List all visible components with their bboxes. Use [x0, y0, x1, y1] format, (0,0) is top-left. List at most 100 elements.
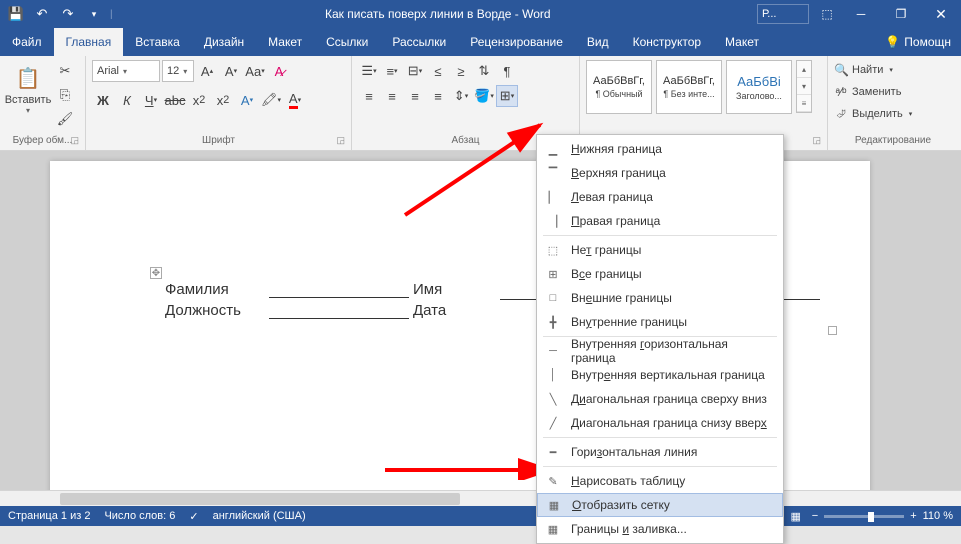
border-outside-icon: □ [545, 290, 561, 306]
border-diag-up-icon: ╱ [545, 415, 561, 431]
tab-layout[interactable]: Макет [256, 28, 314, 56]
find-button[interactable]: 🔍Найти▾ [834, 60, 893, 80]
copy-icon[interactable]: ⎘ [54, 84, 76, 106]
menu-no-border[interactable]: ⬚Нет границы [537, 238, 783, 262]
menu-inside-h-border[interactable]: ─Внутренняя горизонтальная граница [537, 339, 783, 363]
select-icon: ⮰ [834, 107, 848, 122]
zoom-in-icon[interactable]: + [910, 510, 916, 522]
font-size-combo[interactable]: 12▾ [162, 60, 194, 82]
tab-references[interactable]: Ссылки [314, 28, 380, 56]
document-area[interactable]: ✥ Фамилия Имя Должность Дата [0, 151, 961, 506]
account-badge[interactable]: Р... [757, 4, 809, 24]
status-proofing-icon[interactable]: ✓ [189, 510, 198, 523]
menu-view-gridlines[interactable]: ▦Отобразить сетку [537, 493, 783, 517]
bullets-icon[interactable]: ☰▾ [358, 60, 380, 82]
zoom-level[interactable]: 110 % [923, 510, 953, 522]
scrollbar-thumb[interactable] [60, 493, 460, 505]
styles-scroll[interactable]: ▴ ▾ ≡ [796, 60, 812, 113]
menu-diag-down-border[interactable]: ╲Диагональная граница сверху вниз [537, 387, 783, 411]
clear-format-icon[interactable]: A̷ [268, 60, 290, 82]
minimize-button[interactable]: ─ [841, 0, 881, 28]
menu-horizontal-line[interactable]: ━Горизонтальная линия [537, 440, 783, 464]
menu-inside-v-border[interactable]: │Внутренняя вертикальная граница [537, 363, 783, 387]
menu-top-border[interactable]: ▔Верхняя граница [537, 161, 783, 185]
change-case-icon[interactable]: Aa▾ [244, 60, 266, 82]
replace-button[interactable]: ᵃ⁄ᵇЗаменить [834, 82, 901, 102]
menu-inside-borders[interactable]: ╋Внутренние границы [537, 310, 783, 334]
tab-file[interactable]: Файл [0, 28, 54, 56]
align-left-icon[interactable]: ≡ [358, 85, 380, 107]
increase-indent-icon[interactable]: ≥ [450, 60, 472, 82]
restore-button[interactable]: ❐ [881, 0, 921, 28]
decrease-indent-icon[interactable]: ≤ [427, 60, 449, 82]
document-content[interactable]: Фамилия Имя Должность Дата [165, 281, 463, 323]
tab-insert[interactable]: Вставка [123, 28, 192, 56]
underline-icon[interactable]: Ч▾ [140, 89, 162, 111]
status-page[interactable]: Страница 1 из 2 [8, 510, 90, 522]
menu-all-borders[interactable]: ⊞Все границы [537, 262, 783, 286]
launcher-icon[interactable]: ◲ [812, 135, 821, 146]
subscript-icon[interactable]: x2 [188, 89, 210, 111]
select-button[interactable]: ⮰Выделить▾ [834, 104, 912, 124]
style-normal[interactable]: АаБбВвГг, ¶ Обычный [586, 60, 652, 114]
cut-icon[interactable]: ✂ [54, 60, 76, 82]
bold-icon[interactable]: Ж [92, 89, 114, 111]
table-move-handle-icon[interactable]: ✥ [150, 267, 162, 279]
save-icon[interactable]: 💾 [4, 2, 28, 26]
zoom-slider[interactable] [824, 515, 904, 518]
paste-button[interactable]: 📋 Вставить ▾ [6, 60, 50, 117]
field-date-label: Дата [413, 302, 463, 319]
strike-icon[interactable]: abc [164, 89, 186, 111]
menu-left-border[interactable]: ▏Левая граница [537, 185, 783, 209]
tab-mailings[interactable]: Рассылки [380, 28, 458, 56]
tab-design[interactable]: Дизайн [192, 28, 256, 56]
ribbon-options-icon[interactable]: ⬚ [813, 0, 841, 28]
group-label-clipboard: Буфер обм...◲ [6, 133, 79, 148]
multilevel-icon[interactable]: ⊟▾ [404, 60, 426, 82]
tab-home[interactable]: Главная [54, 28, 124, 56]
numbering-icon[interactable]: ≡▾ [381, 60, 403, 82]
justify-icon[interactable]: ≡ [427, 85, 449, 107]
shading-icon[interactable]: 🪣▾ [473, 85, 495, 107]
menu-borders-shading[interactable]: ▦Границы и заливка... [537, 517, 783, 541]
line-spacing-icon[interactable]: ⇕▾ [450, 85, 472, 107]
style-no-spacing[interactable]: АаБбВвГг, ¶ Без инте... [656, 60, 722, 114]
redo-icon[interactable]: ↷ [56, 2, 80, 26]
status-language[interactable]: английский (США) [213, 510, 306, 522]
horizontal-scrollbar[interactable] [0, 490, 961, 506]
tab-review[interactable]: Рецензирование [458, 28, 575, 56]
undo-icon[interactable]: ↶ [30, 2, 54, 26]
close-button[interactable]: ✕ [921, 0, 961, 28]
tab-constructor[interactable]: Конструктор [621, 28, 713, 56]
superscript-icon[interactable]: x2 [212, 89, 234, 111]
menu-draw-table[interactable]: ✎Нарисовать таблицу [537, 469, 783, 493]
style-heading[interactable]: АаБбВі Заголово... [726, 60, 792, 114]
status-words[interactable]: Число слов: 6 [104, 510, 175, 522]
borders-button[interactable]: ⊞▾ [496, 85, 518, 107]
view-web-icon[interactable]: ▦ [786, 508, 806, 524]
grow-font-icon[interactable]: A▴ [196, 60, 218, 82]
sort-icon[interactable]: ⇅ [473, 60, 495, 82]
show-marks-icon[interactable]: ¶ [496, 60, 518, 82]
menu-right-border[interactable]: ▕Правая граница [537, 209, 783, 233]
menu-diag-up-border[interactable]: ╱Диагональная граница снизу вверх [537, 411, 783, 435]
text-effects-icon[interactable]: A▾ [236, 89, 258, 111]
tell-me-search[interactable]: 💡 Помощн [875, 35, 961, 49]
font-color-icon[interactable]: A▾ [284, 89, 306, 111]
format-painter-icon[interactable]: 🖌 [54, 108, 76, 130]
qat-customize-icon[interactable]: ▾ [82, 2, 106, 26]
tab-layout2[interactable]: Макет [713, 28, 771, 56]
font-name-combo[interactable]: Arial▾ [92, 60, 160, 82]
table-resize-handle-icon[interactable] [828, 326, 837, 335]
menu-outside-borders[interactable]: □Внешние границы [537, 286, 783, 310]
tab-view[interactable]: Вид [575, 28, 621, 56]
align-right-icon[interactable]: ≡ [404, 85, 426, 107]
zoom-out-icon[interactable]: − [812, 510, 818, 522]
shrink-font-icon[interactable]: A▾ [220, 60, 242, 82]
launcher-icon[interactable]: ◲ [70, 135, 79, 146]
menu-bottom-border[interactable]: ▁Нижняя граница [537, 137, 783, 161]
align-center-icon[interactable]: ≡ [381, 85, 403, 107]
launcher-icon[interactable]: ◲ [336, 135, 345, 146]
highlight-icon[interactable]: 🖍▾ [260, 89, 282, 111]
italic-icon[interactable]: К [116, 89, 138, 111]
